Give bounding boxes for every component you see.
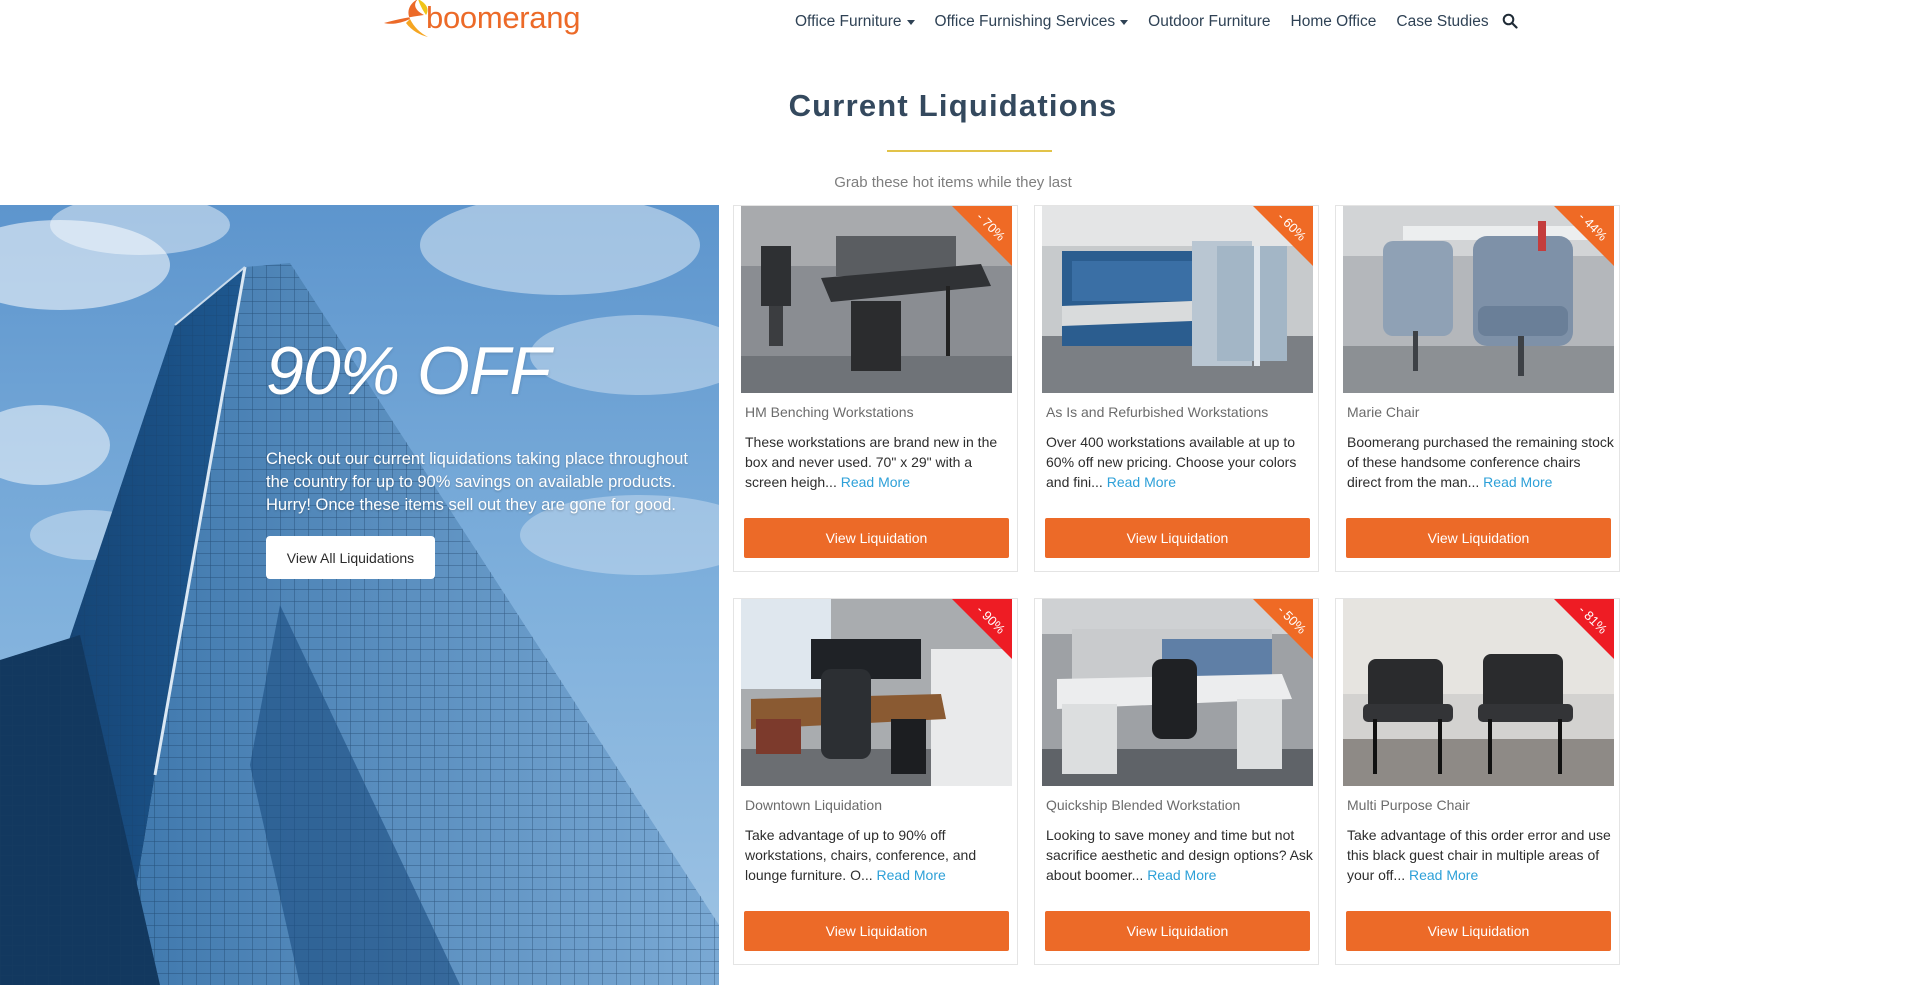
card-description: Looking to save money and time but not s… — [1046, 827, 1313, 883]
card-description: Over 400 workstations available at up to… — [1046, 434, 1297, 490]
liquidation-card: - 81% Multi Purpose Chair Take advantage… — [1335, 598, 1620, 965]
card-description: Take advantage of this order error and u… — [1347, 827, 1611, 883]
read-more-link[interactable]: Read More — [1147, 867, 1216, 883]
nav-outdoor-furniture[interactable]: Outdoor Furniture — [1148, 13, 1270, 31]
card-title: Quickship Blended Workstation — [1046, 797, 1241, 813]
card-description: Boomerang purchased the remaining stock … — [1347, 434, 1614, 490]
nav-office-furnishing-services[interactable]: Office Furnishing Services — [935, 13, 1129, 31]
view-all-liquidations-button[interactable]: View All Liquidations — [266, 536, 435, 579]
liquidation-card: - 90% Downtown Liquidation Take advantag… — [733, 598, 1018, 965]
view-liquidation-button[interactable]: View Liquidation — [744, 911, 1009, 951]
product-photo[interactable]: - 60% — [1042, 206, 1313, 393]
section-title: Current Liquidations — [788, 88, 1118, 123]
read-more-link[interactable]: Read More — [877, 867, 946, 883]
card-title: As Is and Refurbished Workstations — [1046, 404, 1269, 420]
card-title: Downtown Liquidation — [745, 797, 882, 813]
title-divider — [887, 150, 1052, 152]
nav-home-office[interactable]: Home Office — [1291, 13, 1377, 31]
product-photo[interactable]: - 50% — [1042, 599, 1313, 786]
card-title: Marie Chair — [1347, 404, 1420, 420]
nav-label: Case Studies — [1396, 13, 1489, 30]
section-subtitle: Grab these hot items while they last — [834, 174, 1072, 191]
discount-badge: - 70% — [952, 206, 1012, 266]
caret-down-icon — [1120, 20, 1129, 25]
skyscraper-image — [0, 205, 719, 985]
liquidation-card: - 60% As Is and Refurbished Workstations… — [1034, 205, 1319, 572]
read-more-link[interactable]: Read More — [1483, 474, 1552, 490]
product-photo[interactable]: - 44% — [1343, 206, 1614, 393]
page: boomerang Office Furniture Office Furnis… — [0, 0, 1906, 985]
discount-badge: - 44% — [1554, 206, 1614, 266]
discount-badge: - 90% — [952, 599, 1012, 659]
card-title: Multi Purpose Chair — [1347, 797, 1470, 813]
nav-label: Outdoor Furniture — [1148, 13, 1271, 30]
view-liquidation-button[interactable]: View Liquidation — [1045, 911, 1310, 951]
view-liquidation-button[interactable]: View Liquidation — [1346, 911, 1611, 951]
logo-text: boomerang — [426, 0, 581, 35]
card-description: Take advantage of up to 90% off workstat… — [745, 827, 977, 883]
liquidation-card: - 70% HM Benching Workstations These wor… — [733, 205, 1018, 572]
main-nav: Office Furniture Office Furnishing Servi… — [795, 10, 1509, 34]
site-header: boomerang Office Furniture Office Furnis… — [0, 0, 1906, 50]
view-liquidation-button[interactable]: View Liquidation — [744, 518, 1009, 558]
liquidation-card: - 50% Quickship Blended Workstation Look… — [1034, 598, 1319, 965]
hero-banner: 90% OFF Check out our current liquidatio… — [0, 205, 719, 985]
read-more-link[interactable]: Read More — [1409, 867, 1478, 883]
view-liquidation-button[interactable]: View Liquidation — [1346, 518, 1611, 558]
caret-down-icon — [906, 20, 915, 25]
discount-badge: - 81% — [1554, 599, 1614, 659]
read-more-link[interactable]: Read More — [841, 474, 910, 490]
product-photo[interactable]: - 81% — [1343, 599, 1614, 786]
logo[interactable]: boomerang — [380, 0, 600, 48]
nav-label: Office Furnishing Services — [934, 13, 1116, 30]
card-description: These workstations are brand new in the … — [745, 434, 998, 490]
view-liquidation-button[interactable]: View Liquidation — [1045, 518, 1310, 558]
hero-description: Check out our current liquidations takin… — [266, 450, 688, 514]
product-photo[interactable]: - 70% — [741, 206, 1012, 393]
product-photo[interactable]: - 90% — [741, 599, 1012, 786]
nav-label: Home Office — [1290, 13, 1377, 30]
nav-office-furniture[interactable]: Office Furniture — [795, 13, 915, 31]
nav-case-studies[interactable]: Case Studies — [1396, 13, 1488, 31]
hero-headline: 90% OFF — [266, 333, 551, 409]
discount-badge: - 50% — [1253, 599, 1313, 659]
liquidation-card: - 44% Marie Chair Boomerang purchased th… — [1335, 205, 1620, 572]
card-title: HM Benching Workstations — [745, 404, 914, 420]
discount-badge: - 60% — [1253, 206, 1313, 266]
search-icon[interactable] — [1502, 13, 1518, 29]
nav-label: Office Furniture — [795, 13, 902, 30]
read-more-link[interactable]: Read More — [1107, 474, 1176, 490]
